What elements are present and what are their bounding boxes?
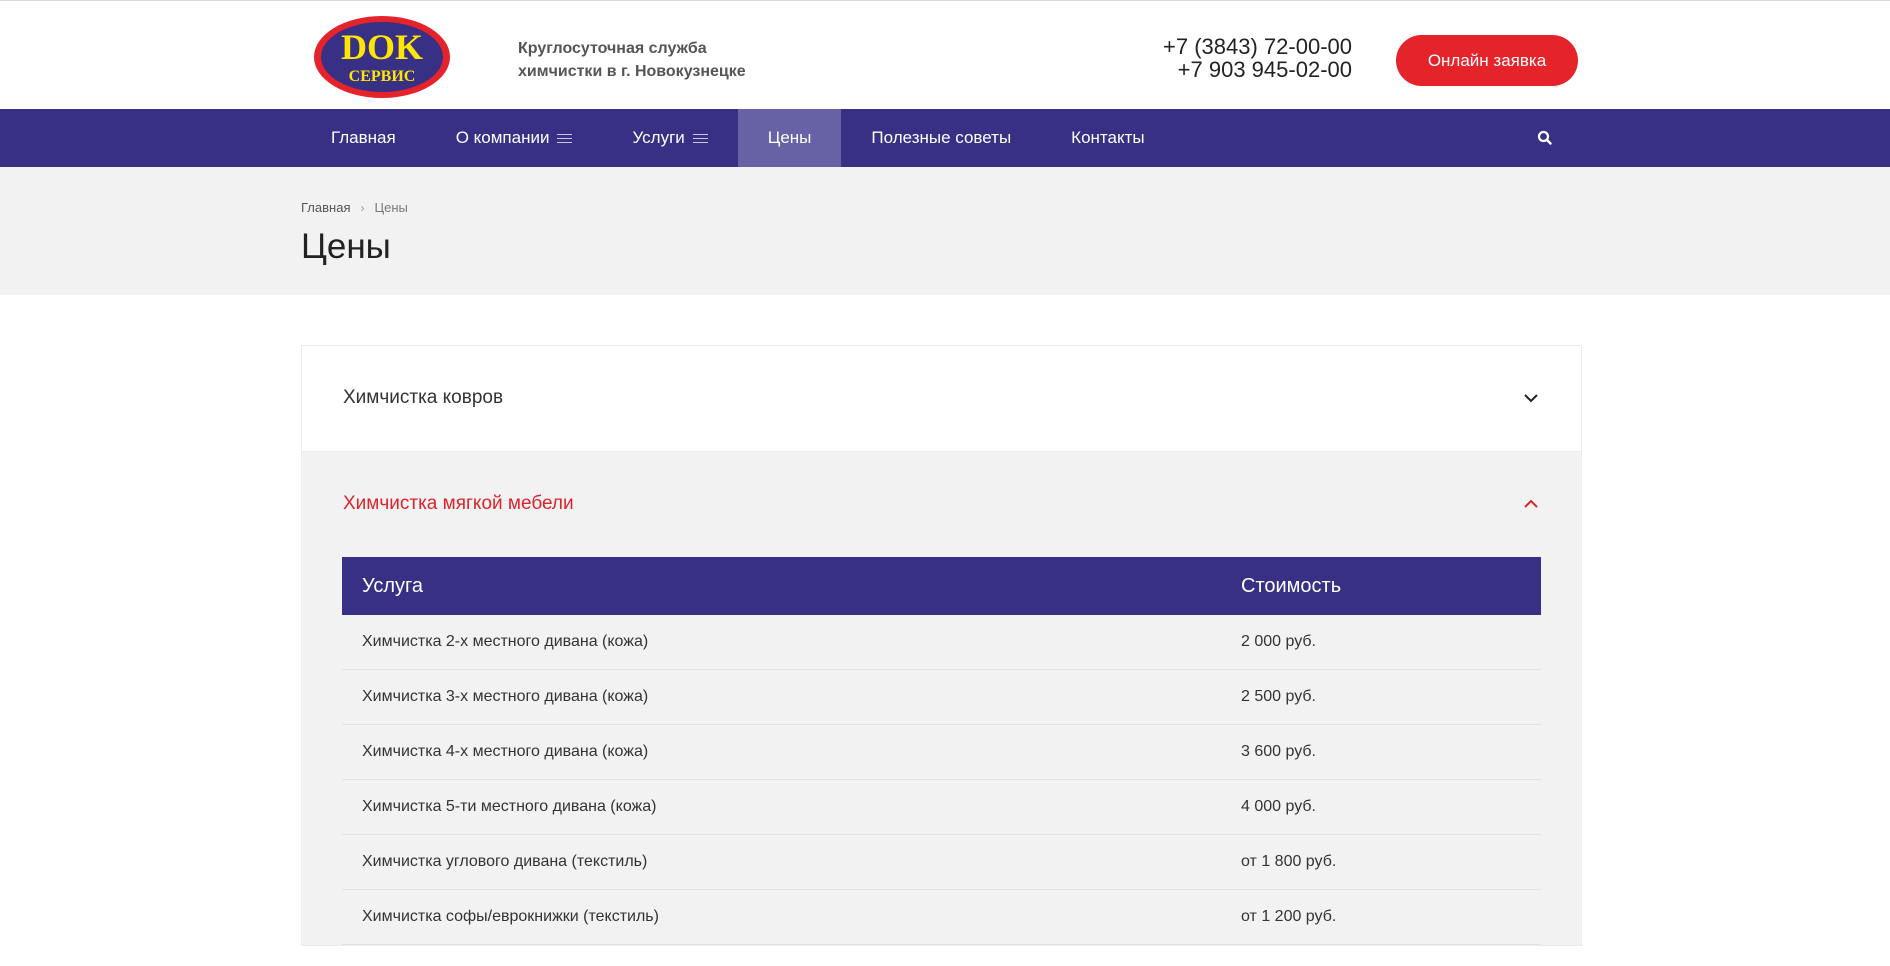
table-row: Химчистка софы/еврокнижки (текстиль) от … — [342, 889, 1541, 945]
tagline-line-1: Круглосуточная служба — [518, 40, 707, 57]
nav-item-tips[interactable]: Полезные советы — [841, 109, 1041, 167]
nav-item-label: Услуги — [632, 128, 685, 147]
table-header-row: Услуга Стоимость — [342, 557, 1541, 615]
nav-item-about[interactable]: О компании — [426, 109, 603, 167]
accordion-section-furniture: Химчистка мягкой мебели Услуга Стоимость… — [302, 452, 1581, 945]
column-header-price: Стоимость — [1221, 557, 1541, 615]
price-cell: от 1 200 руб. — [1221, 889, 1541, 945]
page-title: Цены — [301, 227, 391, 266]
breadcrumb-home[interactable]: Главная — [301, 200, 350, 215]
online-request-button[interactable]: Онлайн заявка — [1396, 35, 1578, 86]
logo-text-top: DOK — [341, 27, 423, 67]
nav-item-label: Полезные советы — [871, 128, 1012, 147]
phone-numbers: +7 (3843) 72-00-00 +7 903 945-02-00 — [1163, 35, 1352, 81]
accordion-section-carpets: Химчистка ковров — [302, 346, 1581, 452]
main-nav: Главная О компании Услуги Цены Полезные … — [0, 109, 1890, 167]
site-header: DOK СЕРВИС Круглосуточная служба химчист… — [0, 5, 1890, 109]
table-row: Химчистка 4-х местного дивана (кожа) 3 6… — [342, 724, 1541, 780]
service-cell: Химчистка 3-х местного дивана (кожа) — [342, 669, 1221, 725]
nav-item-services[interactable]: Услуги — [602, 109, 737, 167]
nav-item-contacts[interactable]: Контакты — [1041, 109, 1174, 167]
service-cell: Химчистка софы/еврокнижки (текстиль) — [342, 889, 1221, 945]
price-table: Услуга Стоимость Химчистка 2-х местного … — [342, 557, 1541, 945]
page-header: Главная › Цены Цены — [0, 167, 1890, 295]
price-cell: 2 000 руб. — [1221, 615, 1541, 670]
search-icon[interactable] — [1536, 129, 1554, 147]
phone-2[interactable]: +7 903 945-02-00 — [1163, 58, 1352, 81]
tagline: Круглосуточная служба химчистки в г. Нов… — [518, 37, 746, 83]
tagline-line-2: химчистки в г. Новокузнецке — [518, 63, 746, 80]
service-cell: Химчистка 5-ти местного дивана (кожа) — [342, 779, 1221, 835]
nav-items: Главная О компании Услуги Цены Полезные … — [301, 109, 1175, 167]
menu-icon — [692, 131, 708, 146]
logo-text-bottom: СЕРВИС — [349, 68, 416, 85]
nav-item-prices[interactable]: Цены — [737, 109, 842, 167]
price-accordion: Химчистка ковров Химчистка мягкой мебели… — [301, 345, 1582, 946]
table-row: Химчистка 3-х местного дивана (кожа) 2 5… — [342, 669, 1541, 725]
service-cell: Химчистка 4-х местного дивана (кожа) — [342, 724, 1221, 780]
breadcrumb: Главная › Цены — [301, 200, 408, 215]
accordion-title: Химчистка ковров — [343, 387, 504, 408]
table-row: Химчистка углового дивана (текстиль) от … — [342, 834, 1541, 890]
price-cell: от 1 800 руб. — [1221, 834, 1541, 890]
menu-icon — [557, 131, 573, 146]
nav-item-label: О компании — [455, 128, 550, 147]
logo[interactable]: DOK СЕРВИС — [313, 15, 451, 99]
accordion-title: Химчистка мягкой мебели — [343, 493, 574, 514]
nav-item-label: Цены — [767, 128, 812, 147]
nav-item-label: Контакты — [1071, 128, 1145, 147]
phone-1[interactable]: +7 (3843) 72-00-00 — [1163, 35, 1352, 58]
service-cell: Химчистка углового дивана (текстиль) — [342, 834, 1221, 890]
breadcrumb-current: Цены — [374, 200, 408, 215]
price-cell: 3 600 руб. — [1221, 724, 1541, 780]
accordion-header[interactable]: Химчистка мягкой мебели — [302, 452, 1581, 557]
table-row: Химчистка 2-х местного дивана (кожа) 2 0… — [342, 615, 1541, 670]
price-cell: 2 500 руб. — [1221, 669, 1541, 725]
accordion-header[interactable]: Химчистка ковров — [302, 346, 1581, 452]
chevron-right-icon: › — [360, 200, 365, 215]
chevron-down-icon — [1524, 394, 1538, 403]
table-row: Химчистка 5-ти местного дивана (кожа) 4 … — [342, 779, 1541, 835]
nav-item-label: Главная — [331, 128, 396, 147]
price-cell: 4 000 руб. — [1221, 779, 1541, 835]
chevron-up-icon — [1524, 499, 1538, 508]
service-cell: Химчистка 2-х местного дивана (кожа) — [342, 615, 1221, 670]
nav-item-home[interactable]: Главная — [301, 109, 426, 167]
column-header-service: Услуга — [342, 557, 1221, 615]
